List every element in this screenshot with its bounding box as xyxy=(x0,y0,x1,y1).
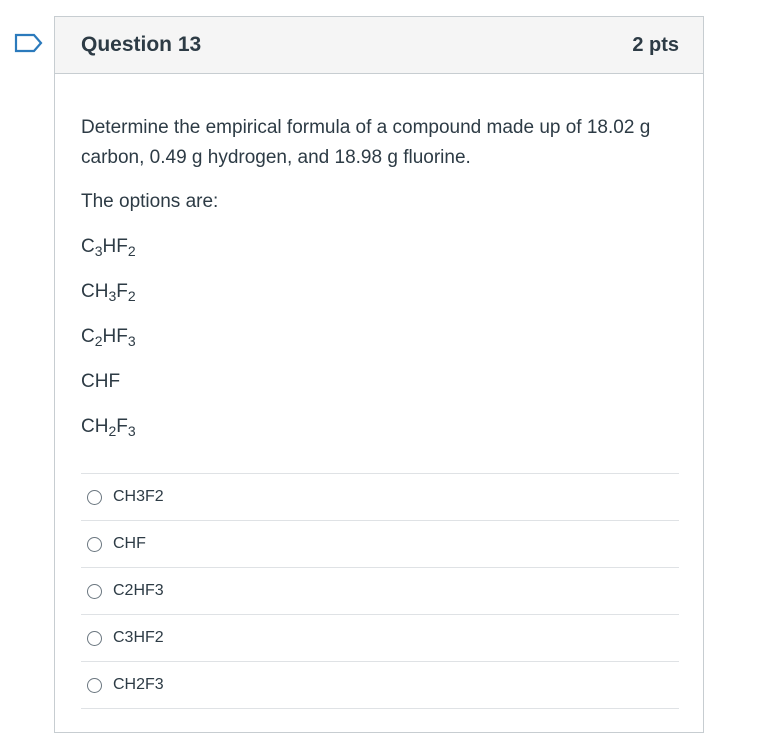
answer-list: CH3F2 CHF C2HF3 C3HF2 CH2F3 xyxy=(81,473,679,709)
answer-label[interactable]: CH2F3 xyxy=(113,676,164,694)
formula-option-text: CH2F3 xyxy=(81,412,677,442)
question-card: Question 13 2 pts Determine the empirica… xyxy=(54,16,704,733)
formula-part: HF xyxy=(102,236,128,257)
formula-subscript: 2 xyxy=(127,288,136,304)
formula-part: F xyxy=(116,281,128,302)
question-title: Question 13 xyxy=(81,33,202,56)
formula-subscript: 3 xyxy=(127,333,136,349)
radio-unchecked-icon[interactable] xyxy=(87,489,102,505)
answer-option[interactable]: C2HF3 xyxy=(81,568,679,615)
radio-unchecked-icon[interactable] xyxy=(87,677,102,693)
answer-option[interactable]: CH2F3 xyxy=(81,662,679,709)
answer-option[interactable]: CH3F2 xyxy=(81,474,679,521)
flag-question-icon[interactable] xyxy=(14,33,44,53)
formula-list: C3HF2 CH3F2 C2HF3 CHF CH2F3 xyxy=(81,232,677,442)
answer-label[interactable]: CH3F2 xyxy=(113,488,164,506)
question-header: Question 13 2 pts xyxy=(55,17,703,74)
answer-label[interactable]: C2HF3 xyxy=(113,582,164,600)
formula-option-text: C3HF2 xyxy=(81,232,677,262)
formula-option-text: CH3F2 xyxy=(81,277,677,307)
question-body: Determine the empirical formula of a com… xyxy=(55,113,703,709)
answer-option[interactable]: C3HF2 xyxy=(81,615,679,662)
formula-part: F xyxy=(116,416,128,437)
formula-part: C xyxy=(81,236,95,257)
formula-subscript: 2 xyxy=(94,333,103,349)
answer-label[interactable]: CHF xyxy=(113,535,146,553)
radio-unchecked-icon[interactable] xyxy=(87,630,102,646)
question-prompt: Determine the empirical formula of a com… xyxy=(81,117,651,168)
formula-part: CH xyxy=(81,416,109,437)
radio-unchecked-icon[interactable] xyxy=(87,583,102,599)
formula-subscript: 2 xyxy=(127,243,136,259)
question-points: 2 pts xyxy=(632,33,679,56)
radio-unchecked-icon[interactable] xyxy=(87,536,102,552)
answer-label[interactable]: C3HF2 xyxy=(113,629,164,647)
formula-option-text: C2HF3 xyxy=(81,322,677,352)
formula-subscript: 3 xyxy=(127,423,136,439)
formula-part: CH xyxy=(81,281,109,302)
options-intro: The options are: xyxy=(81,191,219,212)
formula-part: C xyxy=(81,326,95,347)
formula-part: CHF xyxy=(81,371,121,392)
formula-subscript: 3 xyxy=(94,243,103,259)
formula-option-text: CHF xyxy=(81,367,677,397)
formula-part: HF xyxy=(102,326,128,347)
answer-option[interactable]: CHF xyxy=(81,521,679,568)
